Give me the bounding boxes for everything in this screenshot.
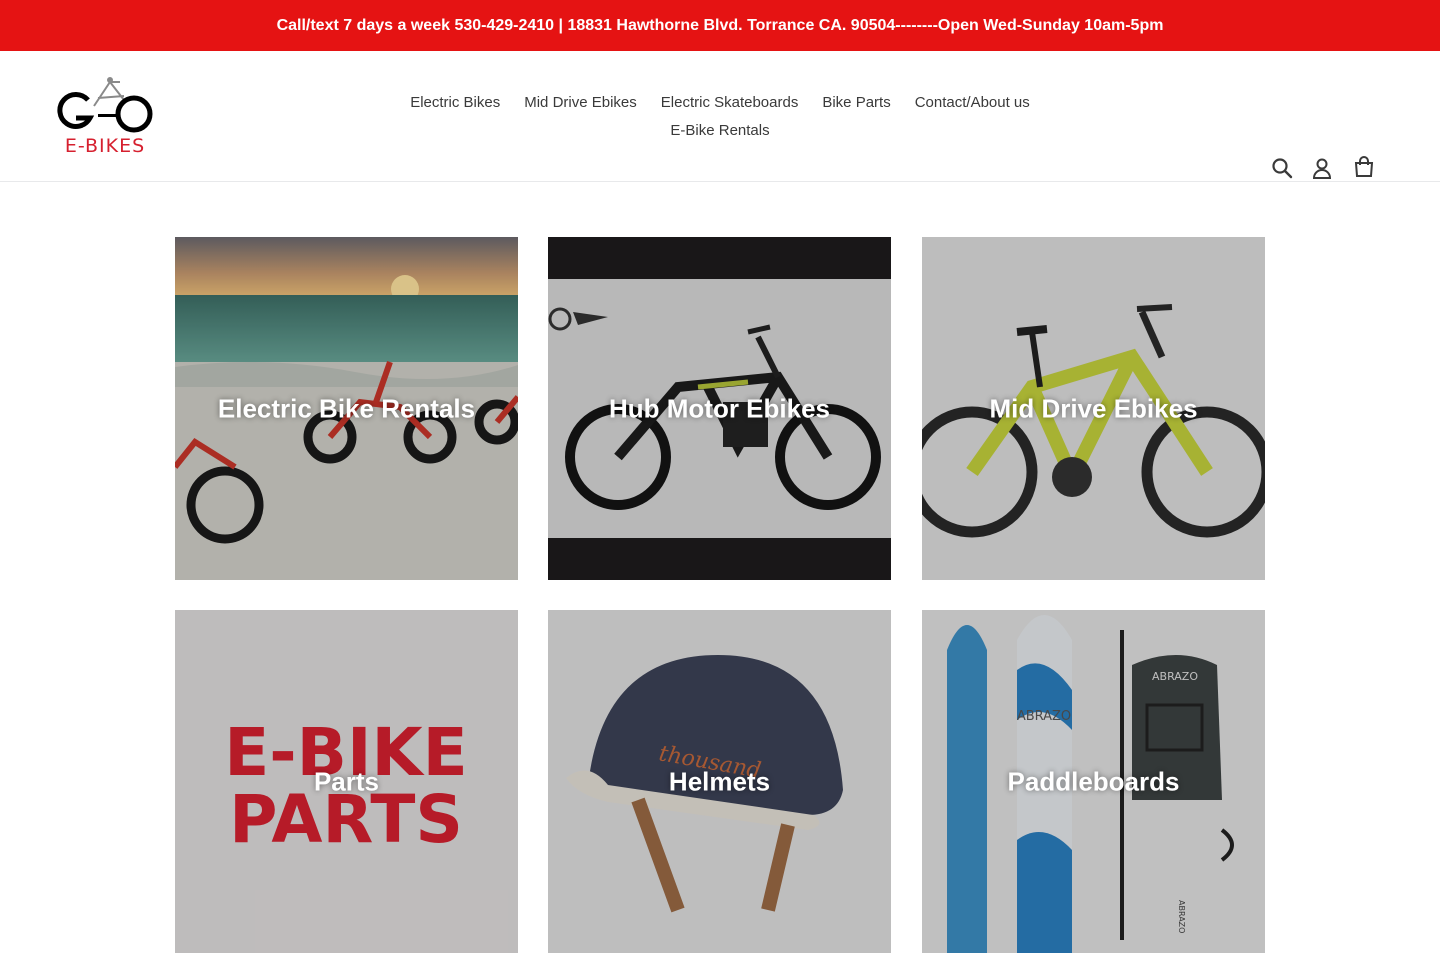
collection-label: Parts [313, 766, 380, 796]
nav-item-contact-about[interactable]: Contact/About us [903, 89, 1042, 117]
collection-hub-motor-ebikes[interactable]: Hub Motor Ebikes [548, 237, 891, 580]
collection-label: Helmets [668, 766, 771, 796]
collection-label: Electric Bike Rentals [217, 393, 476, 423]
nav-item-electric-bikes[interactable]: Electric Bikes [398, 89, 512, 117]
collection-parts[interactable]: E-BIKE PARTS Parts [175, 610, 518, 953]
collection-paddleboards[interactable]: ABRAZO ABRAZO ABRAZO Paddleboards [922, 610, 1265, 953]
nav-item-bike-parts[interactable]: Bike Parts [810, 89, 902, 117]
announcement-text: Call/text 7 days a week 530-429-2410 | 1… [276, 16, 1164, 34]
collection-label: Hub Motor Ebikes [608, 393, 830, 423]
collection-label: Mid Drive Ebikes [989, 393, 1198, 423]
site-logo[interactable]: E-BIKES [52, 76, 158, 156]
announcement-bar: Call/text 7 days a week 530-429-2410 | 1… [0, 0, 1440, 51]
collection-mid-drive-ebikes[interactable]: Mid Drive Ebikes [922, 237, 1265, 580]
nav-item-ebike-rentals[interactable]: E-Bike Rentals [658, 117, 781, 145]
nav-item-electric-skateboards[interactable]: Electric Skateboards [649, 89, 811, 117]
cart-icon[interactable] [1352, 155, 1376, 179]
svg-text:E-BIKES: E-BIKES [65, 135, 145, 156]
collection-helmets[interactable]: thousand Helmets [548, 610, 891, 953]
nav-item-mid-drive-ebikes[interactable]: Mid Drive Ebikes [512, 89, 649, 117]
main-nav: Electric Bikes Mid Drive Ebikes Electric… [380, 89, 1060, 145]
account-icon[interactable] [1310, 156, 1334, 180]
site-header: E-BIKES Electric Bikes Mid Drive Ebikes … [0, 51, 1440, 182]
collection-electric-bike-rentals[interactable]: Electric Bike Rentals [175, 237, 518, 580]
collection-label: Paddleboards [1007, 766, 1180, 796]
search-icon[interactable] [1270, 156, 1294, 180]
